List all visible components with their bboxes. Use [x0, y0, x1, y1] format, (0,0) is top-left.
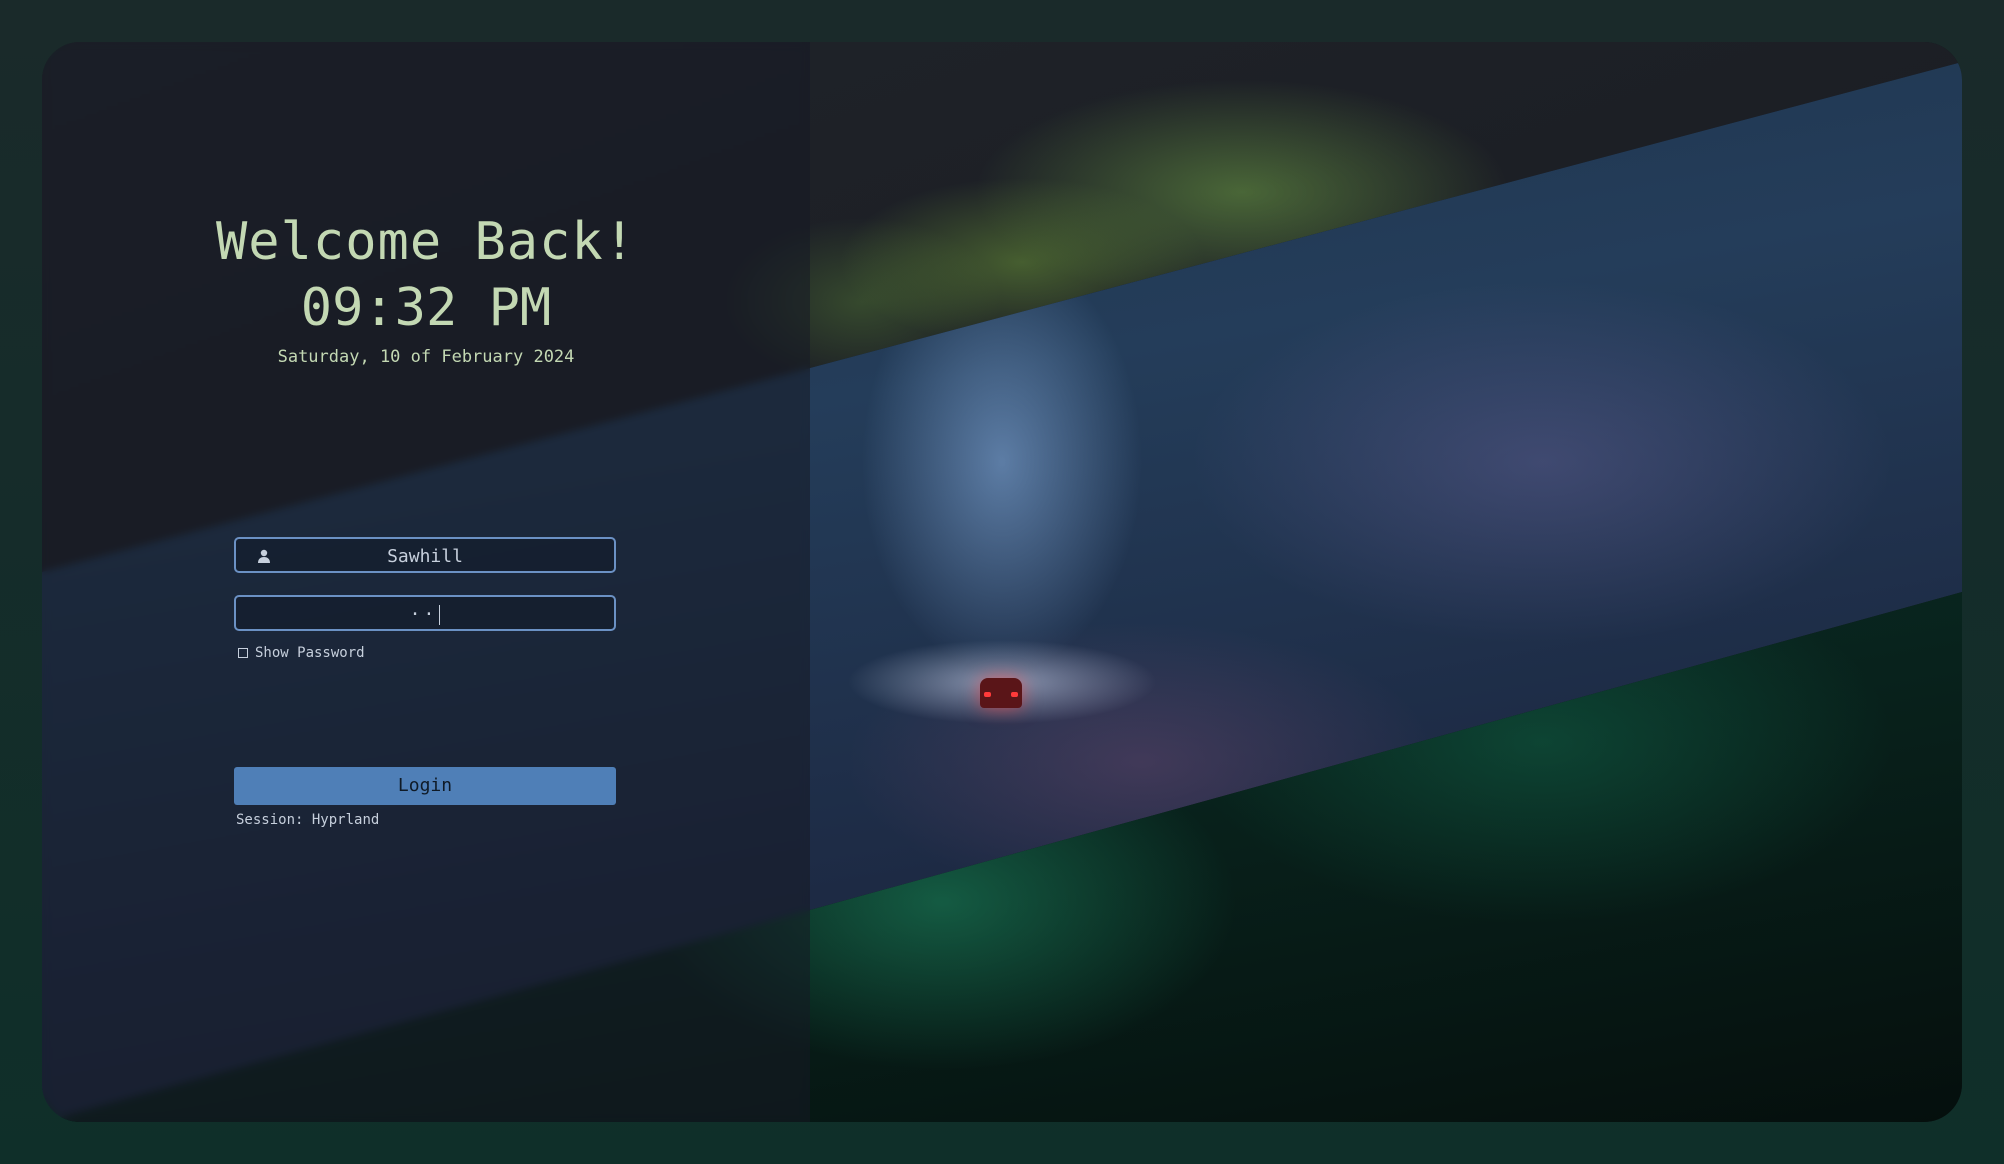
password-value: ·· [236, 604, 614, 625]
session-label: Session: [236, 812, 304, 828]
session-value: Hyprland [311, 812, 380, 828]
login-button[interactable]: Login [234, 767, 616, 805]
clock: 09:32 PM [300, 278, 552, 338]
screen-background: Welcome Back! 09:32 PM Saturday, 10 of F… [0, 0, 2004, 1164]
session-selector[interactable]: Session: Hyprland [236, 812, 379, 828]
login-panel: Welcome Back! 09:32 PM Saturday, 10 of F… [42, 42, 810, 1122]
date-label: Saturday, 10 of February 2024 [277, 347, 575, 367]
password-field[interactable]: ·· [234, 595, 616, 631]
username-value: Sawhill [387, 546, 463, 567]
welcome-heading: Welcome Back! [216, 212, 636, 272]
show-password-toggle[interactable]: Show Password [238, 645, 365, 661]
show-password-checkbox[interactable] [238, 648, 248, 658]
username-field[interactable]: Sawhill [234, 537, 616, 573]
car-image [980, 678, 1022, 708]
show-password-label: Show Password [255, 645, 365, 661]
text-caret [439, 605, 441, 625]
password-mask: ·· [409, 604, 438, 625]
login-frame: Welcome Back! 09:32 PM Saturday, 10 of F… [42, 42, 1962, 1122]
